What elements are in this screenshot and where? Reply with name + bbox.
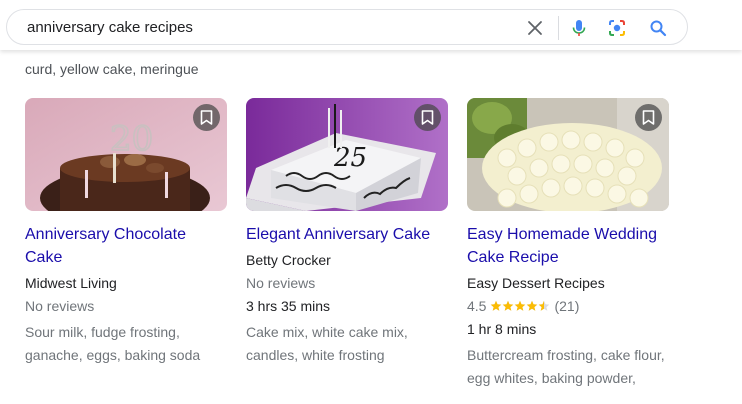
recipe-total-time: 3 hrs 35 mins	[246, 298, 331, 314]
search-box[interactable]: anniversary cake recipes	[6, 9, 688, 45]
recipe-card[interactable]: 20 Anniversary Chocolate Cake Midwest Li…	[25, 98, 227, 367]
bookmark-icon	[421, 110, 434, 125]
bookmark-icon	[642, 110, 655, 125]
recipe-card[interactable]: 25 Elegant Anniversary Cake Betty Crocke…	[246, 98, 448, 367]
recipe-ingredients: Sour milk, fudge frosting, ganache, eggs…	[25, 324, 201, 363]
recipe-thumbnail[interactable]	[467, 98, 669, 211]
recipe-reviews: No reviews	[246, 275, 316, 291]
star-icon	[491, 300, 502, 311]
star-icon	[527, 300, 538, 311]
recipe-rating: 4.5 (21)	[467, 296, 669, 316]
rating-stars	[490, 300, 550, 312]
lens-camera-icon[interactable]	[607, 18, 627, 38]
recipe-source: Betty Crocker	[246, 252, 331, 268]
search-divider	[558, 16, 559, 40]
star-icon	[503, 300, 514, 311]
save-recipe-button[interactable]	[414, 104, 441, 131]
microphone-icon[interactable]	[569, 18, 589, 38]
recipe-title-link[interactable]: Elegant Anniversary Cake	[246, 223, 446, 246]
recipe-source: Easy Dessert Recipes	[467, 275, 605, 291]
recipe-title-link[interactable]: Easy Homemade Wedding Cake Recipe	[467, 223, 667, 269]
recipe-total-time: 1 hr 8 mins	[467, 321, 537, 337]
recipe-thumbnail[interactable]: 20	[25, 98, 227, 211]
svg-text:20: 20	[110, 119, 153, 159]
rating-value: 4.5	[467, 298, 487, 314]
clear-icon[interactable]	[525, 18, 545, 38]
search-icon[interactable]	[648, 18, 668, 38]
bookmark-icon	[200, 110, 213, 125]
star-icon	[515, 300, 526, 311]
save-recipe-button[interactable]	[193, 104, 220, 131]
recipe-ingredients: Buttercream frosting, cake flour, egg wh…	[467, 347, 665, 386]
recipe-title-link[interactable]: Anniversary Chocolate Cake	[25, 223, 225, 269]
recipe-card[interactable]: Easy Homemade Wedding Cake Recipe Easy D…	[467, 98, 669, 390]
svg-text:25: 25	[333, 143, 367, 173]
recipe-thumbnail[interactable]: 25	[246, 98, 448, 211]
save-recipe-button[interactable]	[635, 104, 662, 131]
previous-result-ingredients: curd, yellow cake, meringue	[25, 61, 199, 77]
star-icon	[539, 300, 550, 311]
search-input[interactable]: anniversary cake recipes	[27, 19, 193, 36]
recipe-ingredients: Cake mix, white cake mix, candles, white…	[246, 324, 408, 363]
review-count: (21)	[554, 298, 580, 314]
recipe-reviews: No reviews	[25, 298, 95, 314]
search-header: anniversary cake recipes	[0, 0, 742, 50]
recipe-source: Midwest Living	[25, 275, 117, 291]
